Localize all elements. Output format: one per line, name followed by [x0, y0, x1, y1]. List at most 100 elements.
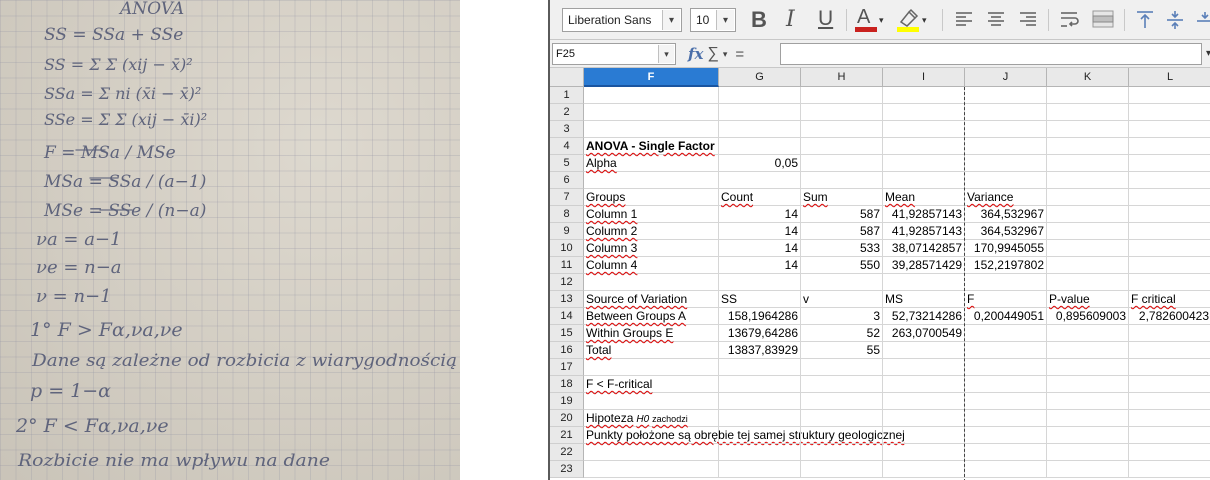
column-header-f[interactable]: F: [584, 68, 719, 87]
cell-i21[interactable]: [883, 427, 965, 444]
cell-h17[interactable]: [801, 359, 883, 376]
cell-i2[interactable]: [883, 104, 965, 121]
cell-f16[interactable]: Total: [584, 342, 719, 359]
cell-h5[interactable]: [801, 155, 883, 172]
cell-k9[interactable]: [1047, 223, 1129, 240]
cell-h1[interactable]: [801, 87, 883, 104]
cell-h13[interactable]: v: [801, 291, 883, 308]
cell-h19[interactable]: [801, 393, 883, 410]
merge-cells-button[interactable]: [1090, 6, 1116, 34]
cell-l13[interactable]: F critical: [1129, 291, 1210, 308]
cell-l9[interactable]: [1129, 223, 1210, 240]
cell-h2[interactable]: [801, 104, 883, 121]
cell-g16[interactable]: 13837,83929: [719, 342, 801, 359]
column-header-j[interactable]: J: [965, 68, 1047, 87]
cell-i13[interactable]: MS: [883, 291, 965, 308]
cell-k6[interactable]: [1047, 172, 1129, 189]
cell-j8[interactable]: 364,532967: [965, 206, 1047, 223]
cell-k15[interactable]: [1047, 325, 1129, 342]
row-header-8[interactable]: 8: [550, 206, 584, 223]
cell-h16[interactable]: 55: [801, 342, 883, 359]
cell-j13[interactable]: F: [965, 291, 1047, 308]
row-header-18[interactable]: 18: [550, 376, 584, 393]
cell-g23[interactable]: [719, 461, 801, 478]
cell-f1[interactable]: [584, 87, 719, 104]
cell-h10[interactable]: 533: [801, 240, 883, 257]
column-header-l[interactable]: L: [1129, 68, 1210, 87]
cell-k5[interactable]: [1047, 155, 1129, 172]
function-wizard-icon[interactable]: fx: [688, 45, 703, 63]
row-header-14[interactable]: 14: [550, 308, 584, 325]
cell-g17[interactable]: [719, 359, 801, 376]
cell-f23[interactable]: [584, 461, 719, 478]
cell-l19[interactable]: [1129, 393, 1210, 410]
cell-h9[interactable]: 587: [801, 223, 883, 240]
row-header-19[interactable]: 19: [550, 393, 584, 410]
cell-f4[interactable]: ANOVA - Single Factor: [584, 138, 719, 155]
cell-k18[interactable]: [1047, 376, 1129, 393]
chevron-down-icon[interactable]: ▾: [922, 15, 927, 26]
cell-j2[interactable]: [965, 104, 1047, 121]
cell-j3[interactable]: [965, 121, 1047, 138]
cell-g8[interactable]: 14: [719, 206, 801, 223]
cell-f6[interactable]: [584, 172, 719, 189]
row-header-16[interactable]: 16: [550, 342, 584, 359]
row-header-17[interactable]: 17: [550, 359, 584, 376]
align-top-button[interactable]: [1134, 6, 1156, 34]
cell-h11[interactable]: 550: [801, 257, 883, 274]
font-name-box[interactable]: Liberation Sans ▾: [562, 8, 682, 32]
cell-h15[interactable]: 52: [801, 325, 883, 342]
cell-f11[interactable]: Column 4: [584, 257, 719, 274]
row-header-9[interactable]: 9: [550, 223, 584, 240]
cell-k19[interactable]: [1047, 393, 1129, 410]
cell-i19[interactable]: [883, 393, 965, 410]
row-header-3[interactable]: 3: [550, 121, 584, 138]
align-center-button[interactable]: [984, 6, 1008, 34]
cell-h14[interactable]: 3: [801, 308, 883, 325]
cell-l2[interactable]: [1129, 104, 1210, 121]
row-header-1[interactable]: 1: [550, 87, 584, 104]
row-header-11[interactable]: 11: [550, 257, 584, 274]
cell-h20[interactable]: [801, 410, 883, 427]
cell-k1[interactable]: [1047, 87, 1129, 104]
cell-f14[interactable]: Between Groups A: [584, 308, 719, 325]
cell-g13[interactable]: SS: [719, 291, 801, 308]
cell-j22[interactable]: [965, 444, 1047, 461]
align-bottom-button[interactable]: [1194, 6, 1210, 34]
cell-i18[interactable]: [883, 376, 965, 393]
cell-l14[interactable]: 2,782600423: [1129, 308, 1210, 325]
chevron-down-icon[interactable]: ▾: [1206, 48, 1210, 59]
cell-h21[interactable]: [801, 427, 883, 444]
cell-j12[interactable]: [965, 274, 1047, 291]
cell-l21[interactable]: [1129, 427, 1210, 444]
row-header-2[interactable]: 2: [550, 104, 584, 121]
cell-l8[interactable]: [1129, 206, 1210, 223]
cell-f22[interactable]: [584, 444, 719, 461]
cell-j21[interactable]: [965, 427, 1047, 444]
sum-icon[interactable]: ∑: [707, 45, 718, 63]
column-header-g[interactable]: G: [719, 68, 801, 87]
font-color-button[interactable]: A ▾: [854, 6, 884, 34]
cell-f15[interactable]: Within Groups E: [584, 325, 719, 342]
chevron-down-icon[interactable]: ▾: [716, 10, 734, 30]
cell-h8[interactable]: 587: [801, 206, 883, 223]
align-left-button[interactable]: [952, 6, 976, 34]
cell-i4[interactable]: [883, 138, 965, 155]
cell-i11[interactable]: 39,28571429: [883, 257, 965, 274]
cell-f7[interactable]: Groups: [584, 189, 719, 206]
row-header-22[interactable]: 22: [550, 444, 584, 461]
cell-g15[interactable]: 13679,64286: [719, 325, 801, 342]
highlight-button[interactable]: ▾: [894, 6, 934, 34]
cell-j4[interactable]: [965, 138, 1047, 155]
row-header-5[interactable]: 5: [550, 155, 584, 172]
font-size-box[interactable]: 10 ▾: [690, 8, 736, 32]
cell-i5[interactable]: [883, 155, 965, 172]
cell-g7[interactable]: Count: [719, 189, 801, 206]
cell-k2[interactable]: [1047, 104, 1129, 121]
chevron-down-icon[interactable]: ▾: [662, 10, 680, 30]
cell-k8[interactable]: [1047, 206, 1129, 223]
chevron-down-icon[interactable]: ▾: [658, 45, 674, 63]
cell-k17[interactable]: [1047, 359, 1129, 376]
row-header-7[interactable]: 7: [550, 189, 584, 206]
cell-k22[interactable]: [1047, 444, 1129, 461]
